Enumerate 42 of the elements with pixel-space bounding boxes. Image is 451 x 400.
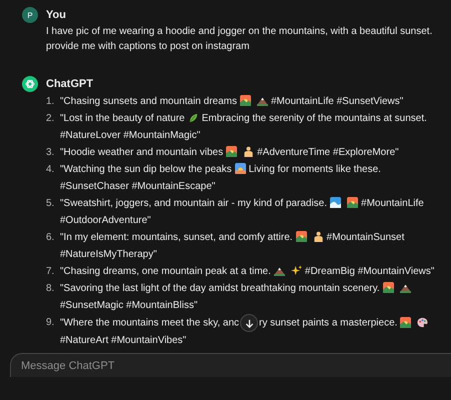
caption-text: "Where the mountains meet the sky, anc ry sunset paints a masterpiece. #NatureArt #MountainVibes" bbox=[60, 314, 439, 349]
caption-text: "Sweatshirt, joggers, and mountain air - my kind of paradise. #MountainLife #OutdoorAdventure" bbox=[60, 196, 425, 228]
palette-icon bbox=[417, 316, 428, 328]
person-icon bbox=[243, 146, 254, 157]
sunset-icon bbox=[226, 146, 238, 157]
list-number: 8. bbox=[46, 282, 56, 296]
message-text: I have pic of me wearing a hoodie and jogger on the mountains, with a beautiful sunset. provide me with captions to post on instagram bbox=[46, 25, 434, 54]
person-icon bbox=[312, 231, 324, 242]
caption-text: "Watching the sun dip below the peaks Living for moments like these. #SunsetChaser #MountainEscape" bbox=[60, 162, 382, 194]
list-number: 6. bbox=[46, 231, 56, 245]
list-number: 4. bbox=[46, 163, 56, 177]
author-name: You bbox=[46, 8, 67, 23]
list-number: 7. bbox=[46, 265, 56, 279]
caption-text: "Hoodie weather and mountain vibes #AdventureTime #ExploreMore" bbox=[60, 145, 400, 160]
mountain-icon bbox=[400, 282, 411, 293]
caption-text: "Savoring the last light of the day amidst breathtaking mountain scenery. #SunsetMagic #MountainBliss" bbox=[60, 280, 439, 314]
mountain-icon bbox=[274, 265, 285, 276]
list-number: 5. bbox=[46, 197, 56, 211]
caption-text: "In my element: mountains, sunset, and comfy attire. #MountainSunset #NatureIsMyTherapy" bbox=[60, 230, 406, 262]
list-number: 1. bbox=[46, 95, 56, 109]
arrow-down-icon bbox=[244, 318, 255, 328]
scroll-down-button[interactable] bbox=[240, 314, 258, 332]
sunset-icon bbox=[347, 197, 358, 208]
list-number: 3. bbox=[46, 146, 56, 160]
message-input[interactable]: Message ChatGPT bbox=[10, 353, 451, 377]
caption-text: "Lost in the beauty of nature Embracing the serenity of the mountains at sunset. #NatureLover #MountainMagic" bbox=[60, 111, 428, 143]
sunset-icon bbox=[296, 231, 307, 242]
mountain-icon bbox=[256, 95, 268, 106]
sunrise-icon bbox=[234, 163, 246, 174]
caption-text: "Chasing dreams, one mountain peak at a time. #DreamBig #MountainViews" bbox=[60, 264, 436, 279]
author-name: ChatGPT bbox=[46, 77, 94, 92]
sunset-icon bbox=[382, 282, 394, 293]
sunset-icon bbox=[400, 316, 412, 328]
sparkles-icon bbox=[290, 265, 302, 276]
user-avatar: P bbox=[22, 7, 38, 23]
caption-text: "Chasing sunsets and mountain dreams #MountainLife #SunsetViews" bbox=[60, 94, 404, 109]
sunset-icon bbox=[240, 95, 251, 106]
wave-icon bbox=[330, 197, 342, 208]
list-number: 2. bbox=[46, 112, 56, 126]
assistant-avatar-icon bbox=[22, 76, 38, 92]
list-number: 9. bbox=[46, 316, 56, 330]
leaf-icon bbox=[188, 112, 199, 123]
